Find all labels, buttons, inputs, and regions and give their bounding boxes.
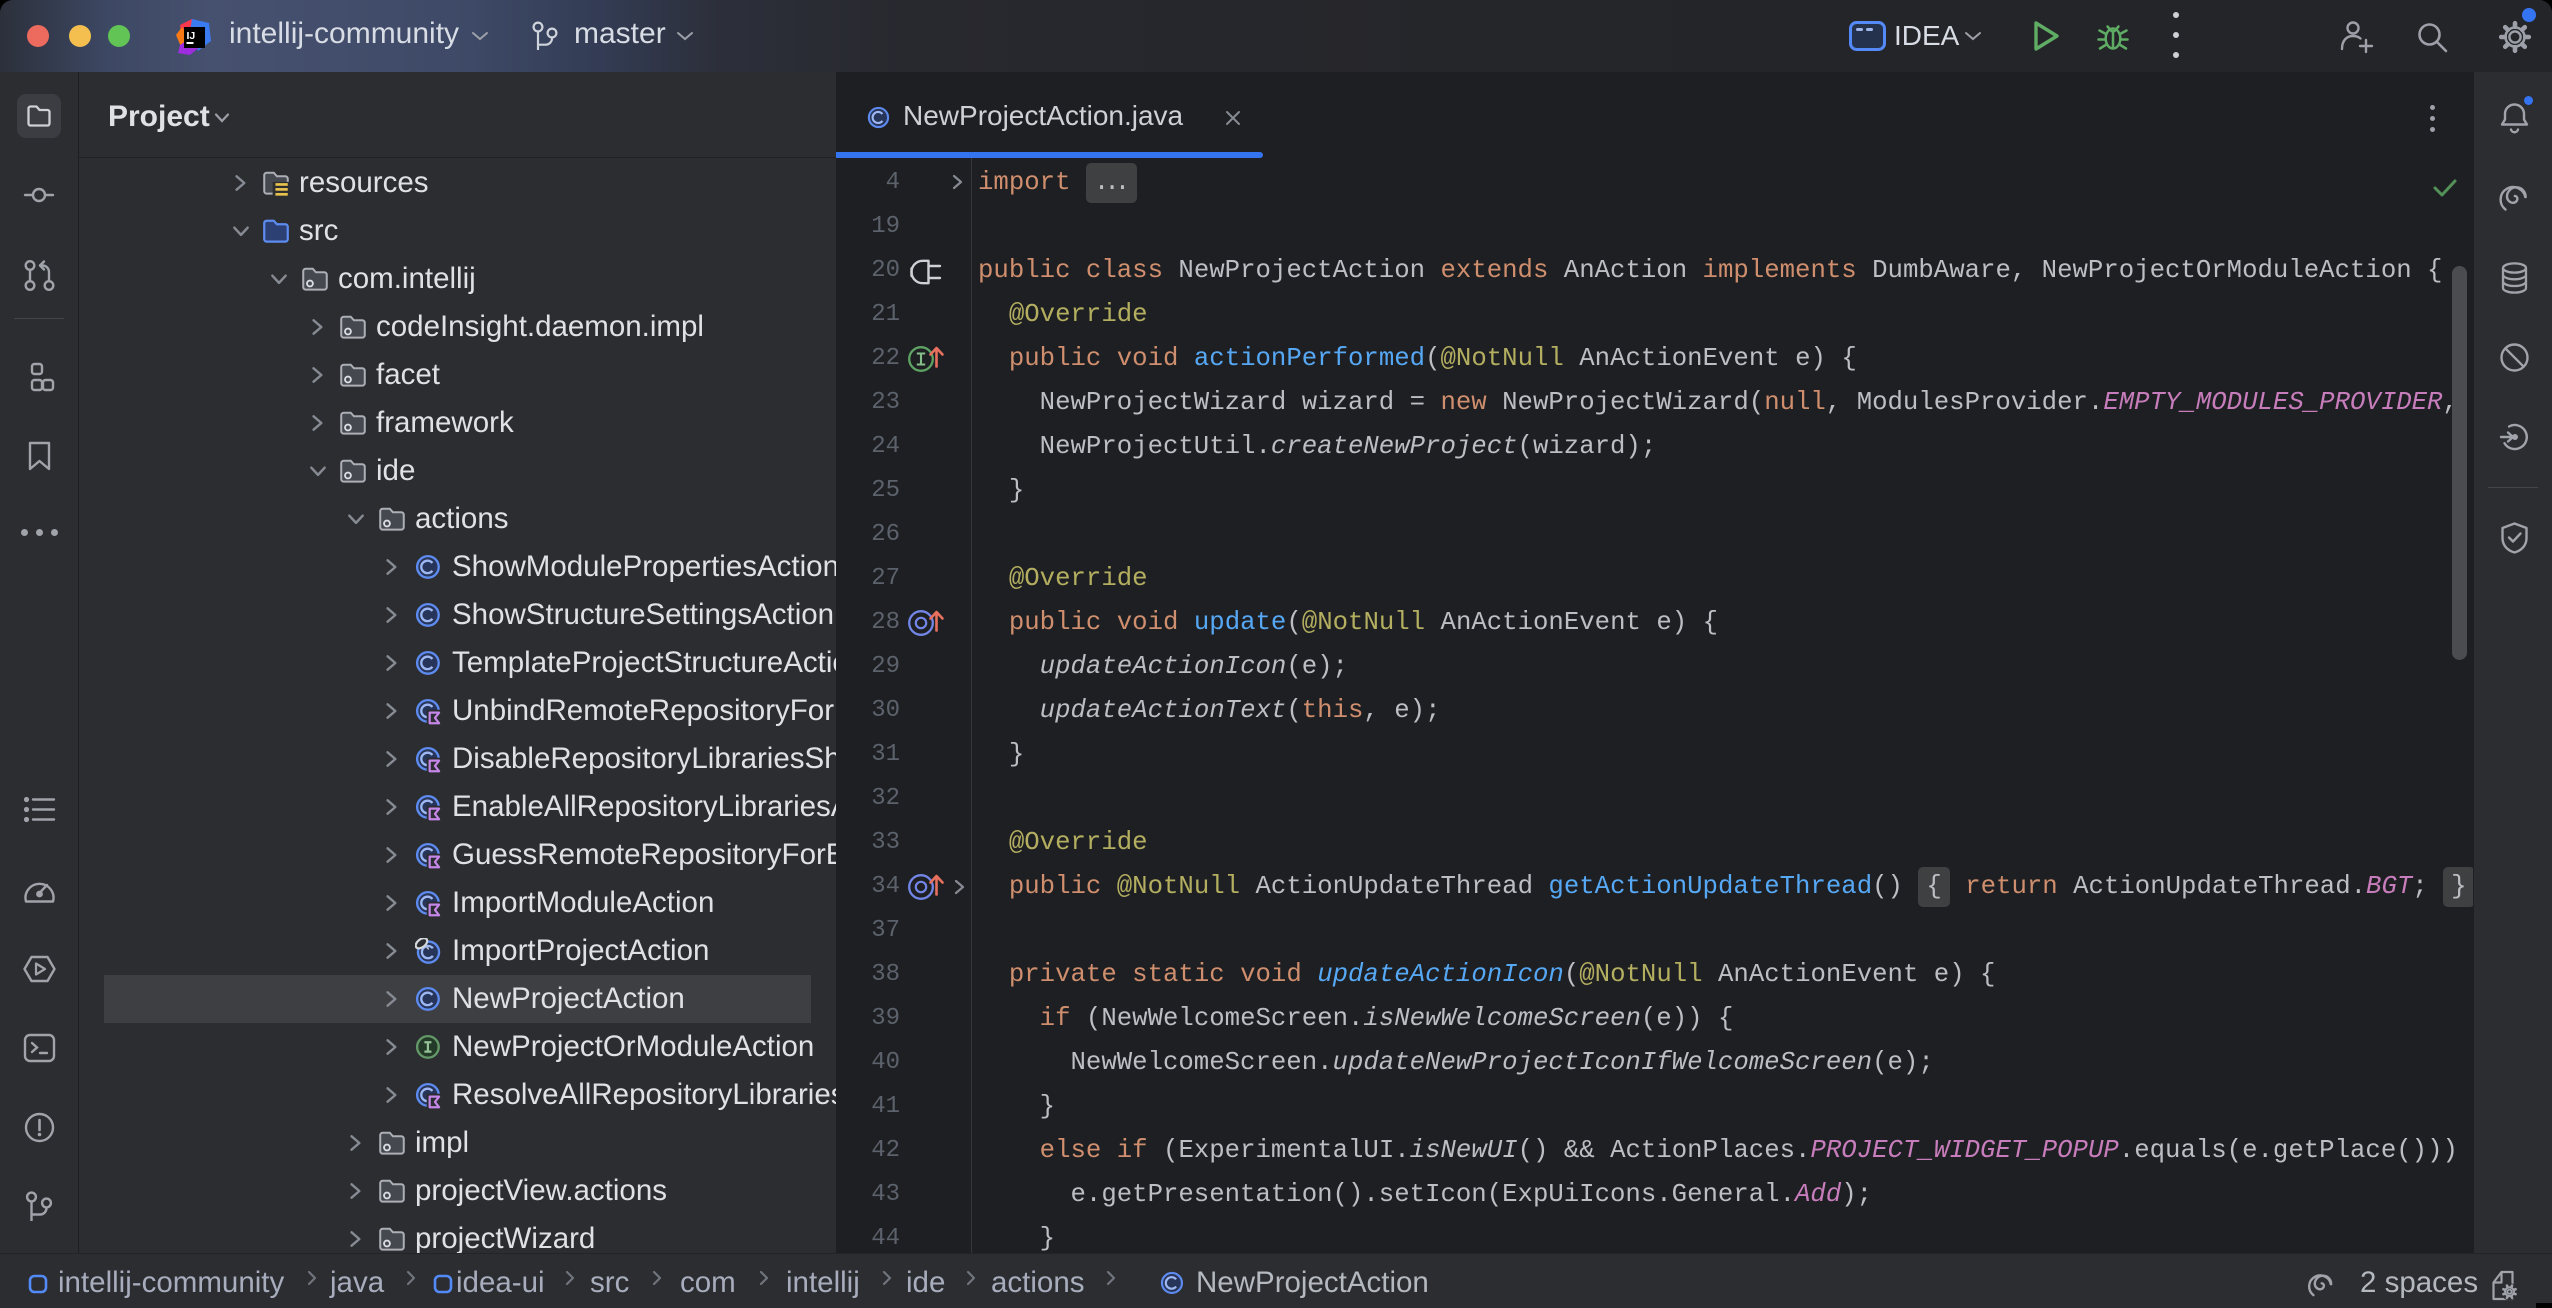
svg-text:IJ: IJ — [187, 30, 196, 42]
